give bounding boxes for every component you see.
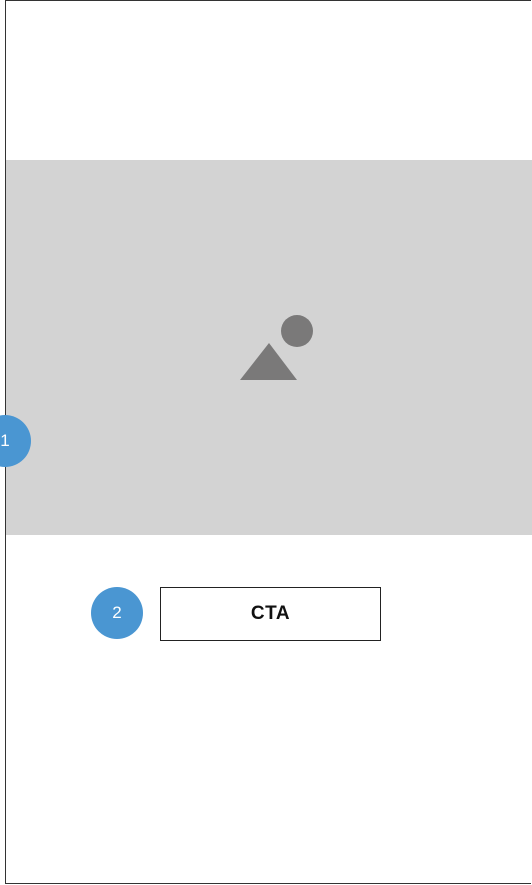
image-icon-sun (281, 315, 313, 347)
annotation-badge-1-label: 1 (0, 431, 10, 450)
cta-button[interactable]: CTA (160, 587, 381, 641)
image-icon-mountain (240, 343, 297, 380)
cta-button-label: CTA (250, 603, 291, 624)
annotation-badge-2-label: 2 (112, 603, 122, 622)
image-placeholder-icon (240, 315, 313, 380)
hero-image-placeholder (6, 160, 532, 535)
annotation-badge-2: 2 (91, 587, 143, 639)
